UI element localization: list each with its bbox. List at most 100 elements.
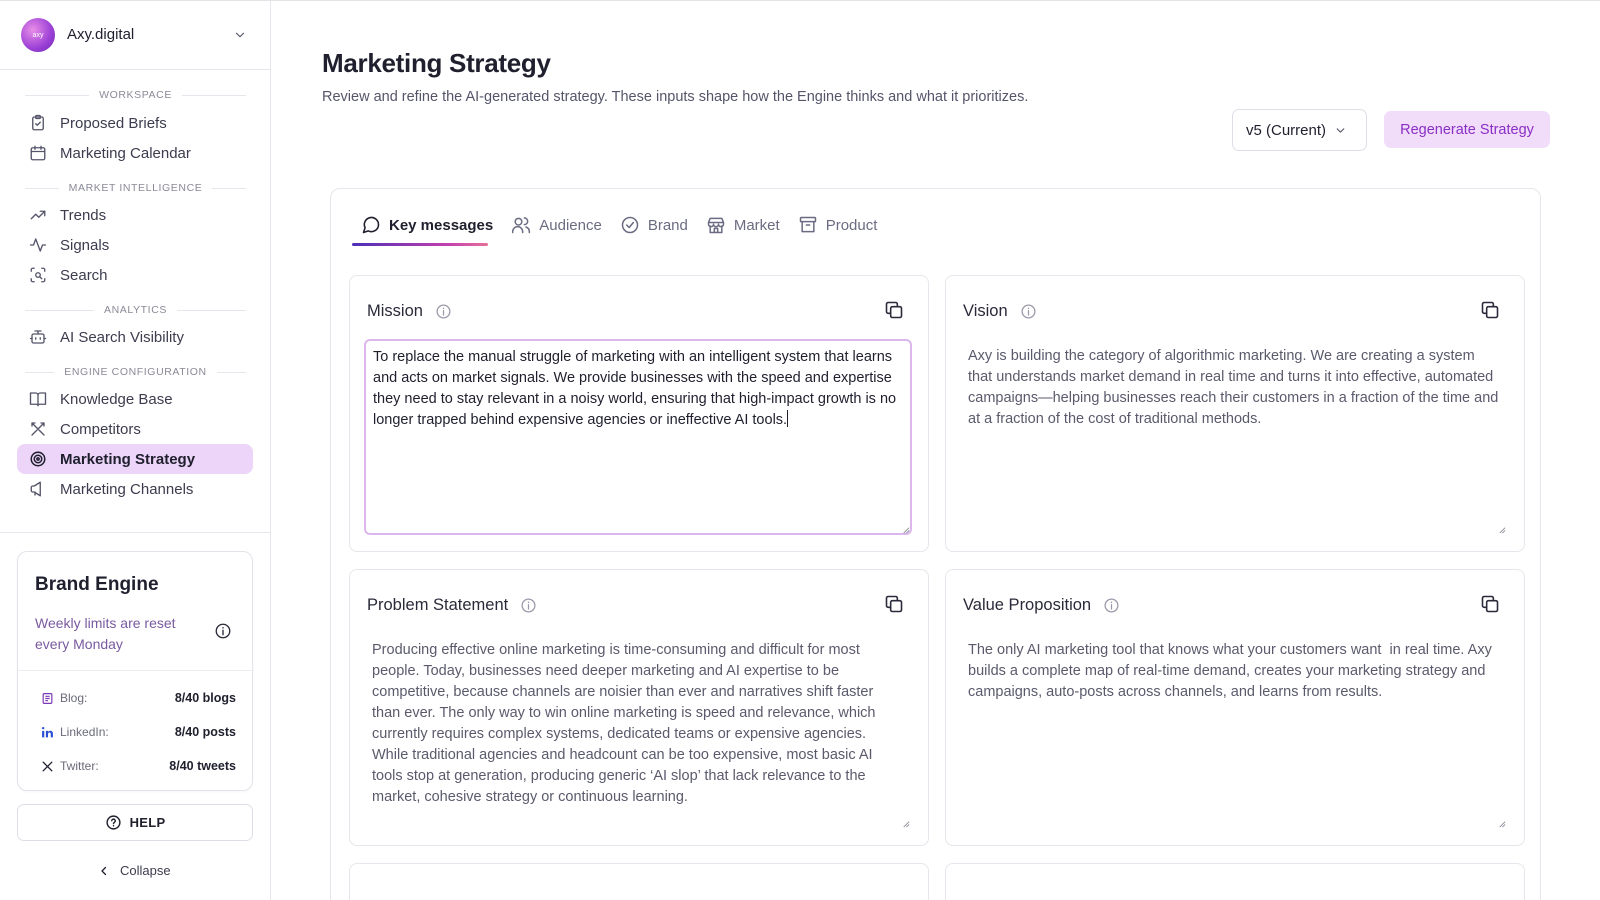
megaphone-icon	[29, 480, 47, 498]
card-title-text: Mission	[367, 302, 423, 320]
info-icon[interactable]	[1103, 597, 1120, 614]
limit-value: 8/40 tweets	[169, 759, 236, 773]
info-icon[interactable]	[435, 303, 452, 320]
copy-icon[interactable]	[1480, 594, 1500, 614]
sidebar-item-knowledge-base[interactable]: Knowledge Base	[17, 384, 253, 414]
page-subtitle: Review and refine the AI-generated strat…	[322, 89, 1029, 105]
users-icon	[512, 217, 531, 234]
vision-textarea[interactable]: Axy is building the category of algorith…	[960, 340, 1508, 436]
resize-handle-icon[interactable]	[901, 819, 910, 828]
tab-label: Brand	[647, 216, 688, 234]
chevron-down-icon	[1336, 127, 1345, 133]
problem-statement-card: Problem Statement Producing effective on…	[349, 569, 929, 846]
chevron-down-icon[interactable]	[233, 28, 247, 42]
target-icon	[29, 450, 47, 468]
x-icon	[40, 759, 54, 773]
sidebar-item-marketing-strategy[interactable]: Marketing Strategy	[17, 444, 253, 474]
section-label-engine-configuration: ENGINE CONFIGURATION	[25, 365, 246, 379]
tab-brand[interactable]: Brand	[611, 210, 697, 240]
sidebar-item-marketing-calendar[interactable]: Marketing Calendar	[17, 138, 253, 168]
vision-card: Vision Axy is building the category of a…	[945, 275, 1525, 552]
version-value: v5 (Current)	[1246, 121, 1327, 139]
mission-textarea[interactable]: To replace the manual struggle of market…	[364, 339, 912, 535]
collapse-label: Collapse	[120, 863, 171, 878]
info-icon[interactable]	[1020, 303, 1037, 320]
sidebar-item-competitors[interactable]: Competitors	[17, 414, 253, 444]
card-title: Vision	[963, 302, 1037, 321]
active-tab-indicator	[352, 243, 488, 246]
blog-icon	[40, 691, 54, 705]
help-button[interactable]: HELP	[17, 804, 253, 841]
linkedin-icon	[40, 725, 54, 739]
sidebar: axy Axy.digital WORKSPACE Proposed Brief…	[0, 1, 271, 900]
resize-handle-icon[interactable]	[1497, 819, 1506, 828]
limit-value: 8/40 blogs	[174, 691, 236, 705]
sidebar-item-search[interactable]: Search	[17, 260, 253, 290]
collapse-button[interactable]: Collapse	[98, 863, 171, 878]
card-title-text: Problem Statement	[367, 596, 509, 614]
tab-label: Product	[825, 216, 878, 234]
info-icon[interactable]	[214, 622, 232, 640]
tab-label: Key messages	[389, 216, 494, 234]
text-caret	[787, 410, 789, 427]
sidebar-item-label: Proposed Briefs	[60, 114, 167, 132]
store-icon	[707, 217, 725, 234]
limit-row-twitter: Twitter: 8/40 tweets	[40, 756, 236, 776]
copy-icon[interactable]	[1480, 300, 1500, 320]
value-proposition-textarea[interactable]: The only AI marketing tool that knows wh…	[960, 634, 1508, 709]
book-icon	[29, 390, 47, 408]
sidebar-item-label: Knowledge Base	[60, 390, 173, 408]
tab-key-messages[interactable]: Key messages	[352, 210, 502, 240]
regenerate-strategy-button[interactable]: Regenerate Strategy	[1384, 111, 1550, 148]
card-title: Problem Statement	[367, 596, 537, 615]
sidebar-item-proposed-briefs[interactable]: Proposed Briefs	[17, 108, 253, 138]
sidebar-item-ai-search-visibility[interactable]: AI Search Visibility	[17, 322, 253, 352]
scan-search-icon	[29, 266, 47, 284]
mission-text: To replace the manual struggle of market…	[373, 349, 901, 428]
brand-engine-subtitle: Weekly limits are reset every Monday	[35, 615, 176, 652]
help-label: HELP	[129, 815, 166, 830]
limit-row-linkedin: LinkedIn: 8/40 posts	[40, 722, 236, 742]
tab-label: Market	[733, 216, 780, 234]
value-proposition-card: Value Proposition The only AI marketing …	[945, 569, 1525, 846]
problem-statement-textarea[interactable]: Producing effective online marketing is …	[364, 634, 912, 814]
sidebar-item-label: Marketing Channels	[60, 480, 194, 498]
sidebar-item-trends[interactable]: Trends	[17, 200, 253, 230]
limit-row-blog: Blog: 8/40 blogs	[40, 688, 236, 708]
org-name: Axy.digital	[67, 26, 135, 43]
tab-label: Audience	[539, 216, 602, 234]
archive-icon	[799, 216, 816, 233]
brand-engine-divider	[18, 670, 254, 671]
card-title: Mission	[367, 302, 452, 321]
activity-icon	[29, 236, 47, 254]
resize-handle-icon[interactable]	[901, 525, 910, 534]
section-label-analytics: ANALYTICS	[25, 303, 246, 317]
tab-product[interactable]: Product	[789, 210, 887, 240]
sidebar-divider	[0, 532, 270, 533]
card-title-text: Vision	[963, 302, 1008, 320]
org-avatar: axy	[21, 18, 55, 52]
tab-market[interactable]: Market	[697, 210, 789, 240]
tab-audience[interactable]: Audience	[502, 210, 611, 240]
sidebar-item-marketing-channels[interactable]: Marketing Channels	[17, 474, 253, 504]
section-label-workspace: WORKSPACE	[25, 88, 246, 102]
org-switcher[interactable]: axy Axy.digital	[0, 1, 270, 70]
card-title: Value Proposition	[963, 596, 1120, 615]
mission-card: Mission To replace the manual struggle o…	[349, 275, 929, 552]
copy-icon[interactable]	[884, 594, 904, 614]
calendar-icon	[29, 144, 47, 162]
brand-engine-title: Brand Engine	[35, 574, 159, 595]
resize-handle-icon[interactable]	[1497, 525, 1506, 534]
copy-icon[interactable]	[884, 300, 904, 320]
sidebar-item-label: Competitors	[60, 420, 141, 438]
limit-label: LinkedIn:	[60, 725, 109, 739]
sidebar-item-label: Marketing Calendar	[60, 144, 191, 162]
badge-check-icon	[621, 216, 639, 234]
limit-label: Blog:	[60, 691, 88, 705]
version-select[interactable]: v5 (Current)	[1232, 109, 1367, 151]
info-icon[interactable]	[520, 597, 537, 614]
section-label-market-intelligence: MARKET INTELLIGENCE	[25, 181, 246, 195]
sidebar-item-signals[interactable]: Signals	[17, 230, 253, 260]
next-card-right	[945, 863, 1525, 900]
help-circle-icon	[105, 815, 121, 830]
